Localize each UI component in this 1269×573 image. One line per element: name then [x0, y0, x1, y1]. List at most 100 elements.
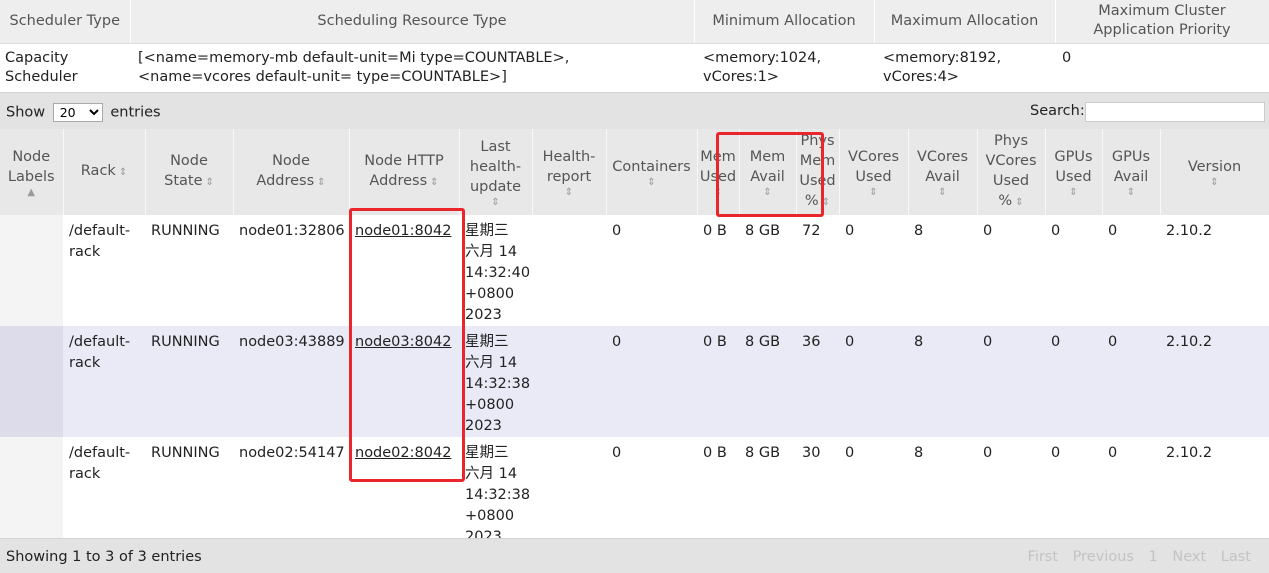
containers-cell: 0 [606, 437, 697, 548]
rack-cell: /default-rack [63, 326, 145, 437]
col-phys-mem-used[interactable]: Phys Mem Used % ⇕ [796, 129, 840, 215]
scheduler-table: Scheduler Type Scheduling Resource Type … [0, 0, 1269, 90]
last-health-update-cell: 星期三 六月 14 14:32:38 +0800 2023 [459, 326, 532, 437]
health-report-cell [532, 326, 606, 437]
containers-cell: 0 [606, 215, 697, 326]
col-gpus-used[interactable]: GPUs Used ⇕ [1045, 129, 1103, 215]
health-report-cell [532, 437, 606, 548]
pager-first-button[interactable]: First [1028, 549, 1059, 565]
node-http-address-cell: node03:8042 [349, 326, 459, 437]
pager-page-1-button[interactable]: 1 [1149, 549, 1158, 565]
col-rack[interactable]: Rack ⇕ [63, 129, 146, 215]
header-scheduling-resource-type: Scheduling Resource Type [130, 0, 695, 44]
sort-both-icon: ⇕ [118, 167, 128, 178]
sort-both-icon: ⇕ [647, 176, 656, 188]
sort-both-icon: ⇕ [317, 177, 326, 188]
sort-both-icon: ⇕ [564, 186, 574, 198]
node-address-cell: node02:54147 [233, 437, 349, 548]
vcores-avail-cell: 8 [908, 326, 977, 437]
gpus-used-cell: 0 [1045, 437, 1102, 548]
version-cell: 2.10.2 [1160, 437, 1269, 548]
mem-avail-cell: 8 GB [739, 326, 796, 437]
phys-mem-used-cell: 30 [796, 437, 839, 548]
col-last-health-update[interactable]: Last health-update ⇕ [459, 129, 533, 215]
mem-avail-cell: 8 GB [739, 437, 796, 548]
last-health-update-cell: 星期三 六月 14 14:32:38 +0800 2023 [459, 437, 532, 548]
page-length-select[interactable]: 20 [52, 103, 103, 122]
vcores-used-cell: 0 [839, 437, 908, 548]
node-http-address-link[interactable]: node01:8042 [355, 223, 451, 239]
col-node-http-address[interactable]: Node HTTP Address ⇕ [349, 129, 460, 215]
gpus-used-cell: 0 [1045, 326, 1102, 437]
mem-used-cell: 0 B [697, 326, 739, 437]
last-health-update-cell: 星期三 六月 14 14:32:40 +0800 2023 [459, 215, 532, 326]
gpus-avail-cell: 0 [1102, 215, 1160, 326]
pager-next-button[interactable]: Next [1172, 549, 1206, 565]
header-maximum-allocation: Maximum Allocation [874, 0, 1056, 44]
node-http-address-link[interactable]: node03:8042 [355, 334, 451, 350]
col-mem-avail[interactable]: Mem Avail ⇕ [739, 129, 797, 215]
sort-both-icon: ⇕ [821, 197, 831, 208]
vcores-used-cell: 0 [839, 215, 908, 326]
header-scheduler-type: Scheduler Type [0, 0, 131, 44]
col-vcores-used[interactable]: VCores Used ⇕ [839, 129, 909, 215]
vcores-avail-cell: 8 [908, 215, 977, 326]
resource-type-cell: [<name=memory-mb default-unit=Mi type=CO… [130, 43, 694, 90]
header-max-app-priority: Maximum Cluster Application Priority [1055, 0, 1269, 44]
gpus-avail-cell: 0 [1102, 437, 1160, 548]
table-row: /default-rack RUNNING node01:32806 node01:8… [0, 215, 1269, 326]
col-gpus-avail[interactable]: GPUs Avail ⇕ [1102, 129, 1161, 215]
max-allocation-cell: <memory:8192, vCores:4> [874, 43, 1055, 90]
sort-both-icon: ⇕ [430, 177, 439, 188]
containers-cell: 0 [606, 326, 697, 437]
node-labels-cell [0, 437, 63, 548]
col-mem-used[interactable]: Mem Used ⇕ [697, 129, 740, 215]
scheduler-row: Capacity Scheduler [<name=memory-mb defa… [0, 43, 1269, 90]
table-row: /default-rack RUNNING node02:54147 node02:8… [0, 437, 1269, 548]
node-http-address-cell: node02:8042 [349, 437, 459, 548]
phys-mem-used-cell: 36 [796, 326, 839, 437]
node-state-cell: RUNNING [145, 326, 233, 437]
rack-cell: /default-rack [63, 215, 145, 326]
table-info: Showing 1 to 3 of 3 entries [6, 549, 202, 565]
col-node-labels[interactable]: Node Labels ▲ [0, 129, 64, 215]
version-cell: 2.10.2 [1160, 215, 1269, 326]
search-input[interactable] [1085, 102, 1265, 122]
node-http-address-cell: node01:8042 [349, 215, 459, 326]
col-phys-vcores-used[interactable]: Phys VCores Used % ⇕ [977, 129, 1046, 215]
col-health-report[interactable]: Health-report ⇕ [532, 129, 607, 215]
show-label: Show [6, 104, 46, 121]
search-label: Search: [1030, 103, 1085, 119]
sort-both-icon: ⇕ [1126, 186, 1136, 198]
col-node-address[interactable]: Node Address ⇕ [233, 129, 350, 215]
col-containers[interactable]: Containers ⇕ [606, 129, 698, 215]
health-report-cell [532, 215, 606, 326]
nodes-table: Node Labels ▲ Rack ⇕ Node State ⇕ Node Addr… [0, 129, 1269, 548]
sort-both-icon: ⇕ [763, 186, 772, 198]
node-labels-cell [0, 326, 63, 437]
pagination: First Previous 1 Next Last [1018, 549, 1251, 565]
node-state-cell: RUNNING [145, 215, 233, 326]
col-version[interactable]: Version ⇕ [1160, 129, 1269, 215]
node-http-address-link[interactable]: node02:8042 [355, 445, 451, 461]
gpus-used-cell: 0 [1045, 215, 1102, 326]
sort-both-icon: ⇕ [869, 186, 878, 198]
sort-both-icon: ⇕ [713, 186, 723, 198]
sort-asc-icon: ▲ [27, 186, 36, 198]
table-footer: Showing 1 to 3 of 3 entries First Previo… [0, 538, 1269, 573]
node-address-cell: node03:43889 [233, 326, 349, 437]
header-minimum-allocation: Minimum Allocation [694, 0, 875, 44]
col-vcores-avail[interactable]: VCores Avail ⇕ [908, 129, 978, 215]
sort-both-icon: ⇕ [938, 186, 947, 198]
version-cell: 2.10.2 [1160, 326, 1269, 437]
table-toolbar: Show 20 entries Search: [0, 92, 1269, 129]
phys-vcores-used-cell: 0 [977, 437, 1045, 548]
sort-both-icon: ⇕ [1210, 176, 1219, 188]
table-row: /default-rack RUNNING node03:43889 node03:8… [0, 326, 1269, 437]
phys-vcores-used-cell: 0 [977, 215, 1045, 326]
mem-used-cell: 0 B [697, 437, 739, 548]
col-node-state[interactable]: Node State ⇕ [145, 129, 234, 215]
pager-last-button[interactable]: Last [1221, 549, 1251, 565]
pager-previous-button[interactable]: Previous [1073, 549, 1134, 565]
rack-cell: /default-rack [63, 437, 145, 548]
